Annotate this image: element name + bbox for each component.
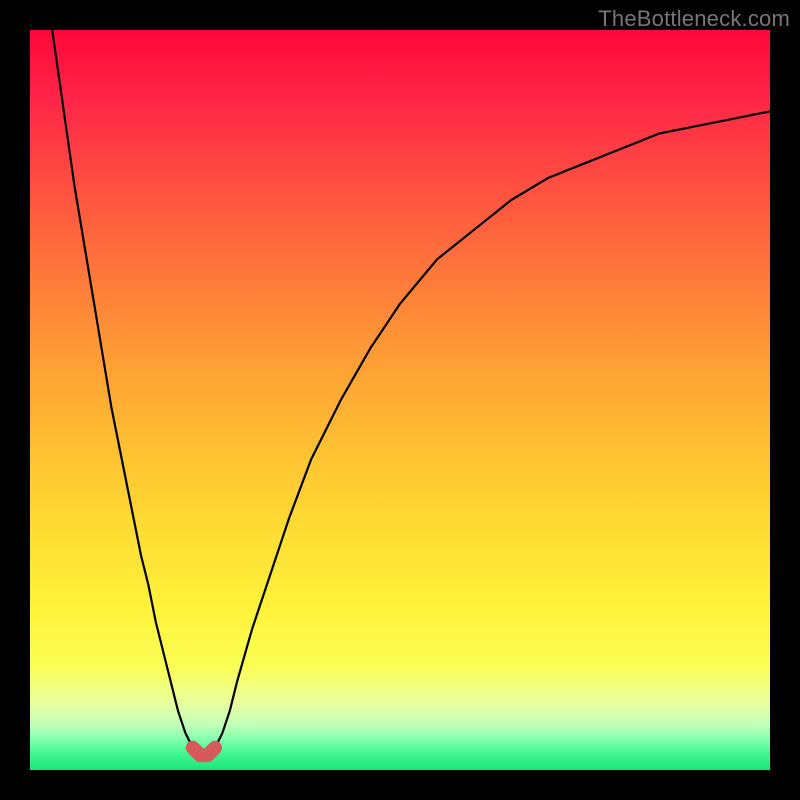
plot-area	[30, 30, 770, 770]
chart-frame: TheBottleneck.com	[0, 0, 800, 800]
chart-svg	[30, 30, 770, 770]
watermark: TheBottleneck.com	[598, 6, 790, 32]
optimal-region-marker	[193, 748, 215, 755]
bottleneck-curve	[52, 30, 770, 755]
